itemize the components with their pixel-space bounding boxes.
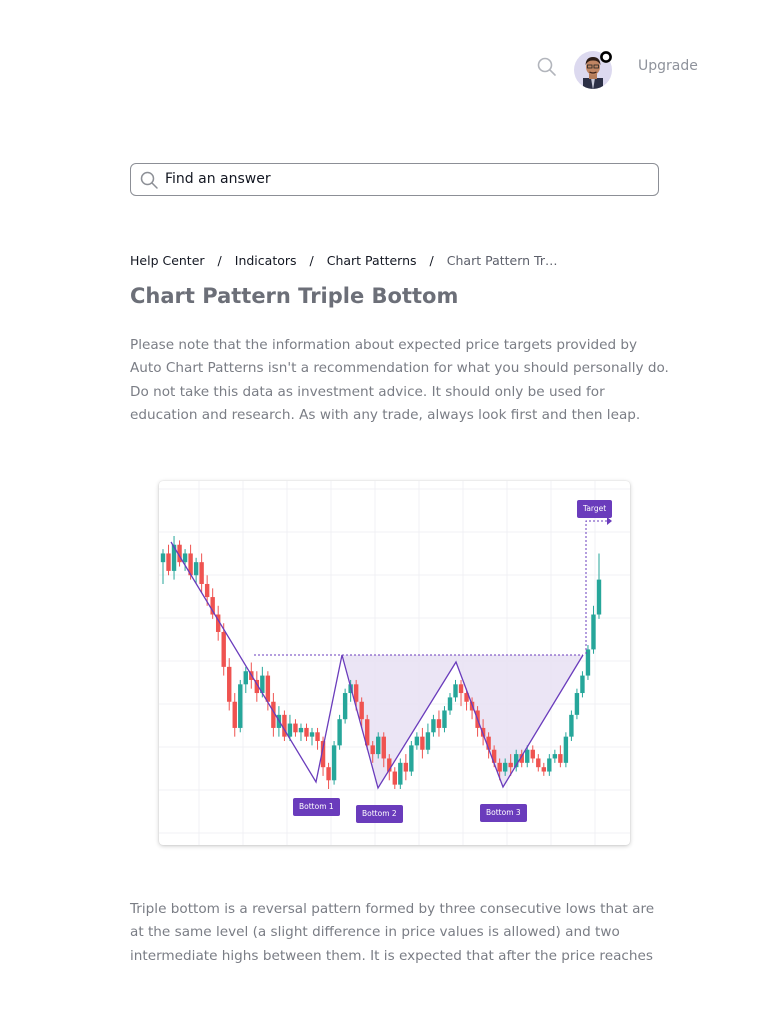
breadcrumb-separator: / <box>309 252 314 268</box>
candle-body <box>398 762 403 785</box>
candle-body <box>376 736 381 755</box>
breadcrumb-chart-patterns[interactable]: Chart Patterns <box>327 253 417 268</box>
candle-body <box>227 666 232 702</box>
candle-body <box>442 710 447 728</box>
candle-body <box>199 562 204 584</box>
candle-body <box>342 693 348 720</box>
candle-body <box>414 736 420 746</box>
candle-body <box>530 749 535 759</box>
candle-body <box>409 745 414 772</box>
breadcrumb-separator: / <box>217 252 222 268</box>
candle-body <box>381 736 386 759</box>
candle-body <box>525 749 530 763</box>
candle-body <box>541 767 547 772</box>
triple-bottom-chart-figure: Target Bottom 1 Bottom 2 Bottom 3 <box>159 481 630 845</box>
candle-body <box>304 727 309 737</box>
candle-body <box>166 553 171 571</box>
search-input[interactable] <box>165 164 645 194</box>
candle-body <box>536 758 541 768</box>
candle-body <box>558 754 563 763</box>
breadcrumb-help-center[interactable]: Help Center <box>130 253 205 268</box>
candle-body <box>353 684 359 702</box>
candle-body <box>552 754 558 759</box>
candle-body <box>193 562 199 576</box>
candle-body <box>453 684 458 698</box>
candle-body <box>458 684 464 694</box>
candle-body <box>160 553 166 563</box>
triple-bottom-chart <box>159 481 630 845</box>
bottom-1-label: Bottom 1 <box>293 798 340 816</box>
candle-body <box>425 732 431 750</box>
candle-body <box>392 771 397 785</box>
candle-body <box>326 767 331 781</box>
candle-body <box>204 583 210 598</box>
candle-body <box>298 727 304 733</box>
candle-body <box>580 675 585 694</box>
candle-body <box>287 723 293 737</box>
upgrade-link[interactable]: Upgrade <box>638 58 698 74</box>
candle-body <box>182 553 188 563</box>
candle-body <box>436 719 442 728</box>
candle-body <box>508 762 513 768</box>
candle-body <box>315 732 320 742</box>
top-bar: Upgrade <box>0 44 768 92</box>
page-title: Chart Pattern Triple Bottom <box>130 284 459 308</box>
article-paragraph: Triple bottom is a reversal pattern form… <box>130 901 655 964</box>
bottom-3-label: Bottom 3 <box>480 804 527 822</box>
candle-body <box>309 732 315 737</box>
candle-body <box>243 671 248 685</box>
candle-body <box>563 736 569 763</box>
search-icon[interactable] <box>536 56 558 78</box>
disclaimer-paragraph: Please note that the information about e… <box>130 337 669 423</box>
candle-body <box>447 697 453 711</box>
candle-body <box>502 762 508 772</box>
bottom-2-label: Bottom 2 <box>356 805 403 823</box>
candle-body <box>265 675 271 702</box>
candle-body <box>337 719 342 746</box>
candle-body <box>574 693 580 715</box>
candle-body <box>420 736 425 750</box>
candle-body <box>238 684 243 728</box>
candle-body <box>403 762 409 772</box>
breadcrumb-indicators[interactable]: Indicators <box>235 253 297 268</box>
candle-body <box>370 745 375 755</box>
breadcrumb: Help Center / Indicators / Chart Pattern… <box>130 251 557 269</box>
breadcrumb-separator: / <box>429 252 434 268</box>
candle-body <box>331 745 337 781</box>
candle-body <box>359 701 364 720</box>
candle-body <box>591 614 596 650</box>
candle-body <box>497 762 502 772</box>
search-icon <box>139 170 159 190</box>
candle-body <box>596 579 602 615</box>
help-article-page: Upgrade Help Center / Indicators / Chart… <box>0 0 768 1024</box>
target-arrow-head <box>607 517 612 525</box>
candle-body <box>221 631 226 667</box>
candle-body <box>431 719 436 733</box>
target-label: Target <box>577 500 613 518</box>
candle-body <box>232 701 237 728</box>
breadcrumb-current: Chart Pattern Tr… <box>446 252 558 268</box>
candle-body <box>547 758 552 772</box>
user-avatar[interactable] <box>573 48 615 90</box>
candle-body <box>569 714 574 737</box>
search-field <box>130 163 659 196</box>
candle-body <box>293 723 298 733</box>
